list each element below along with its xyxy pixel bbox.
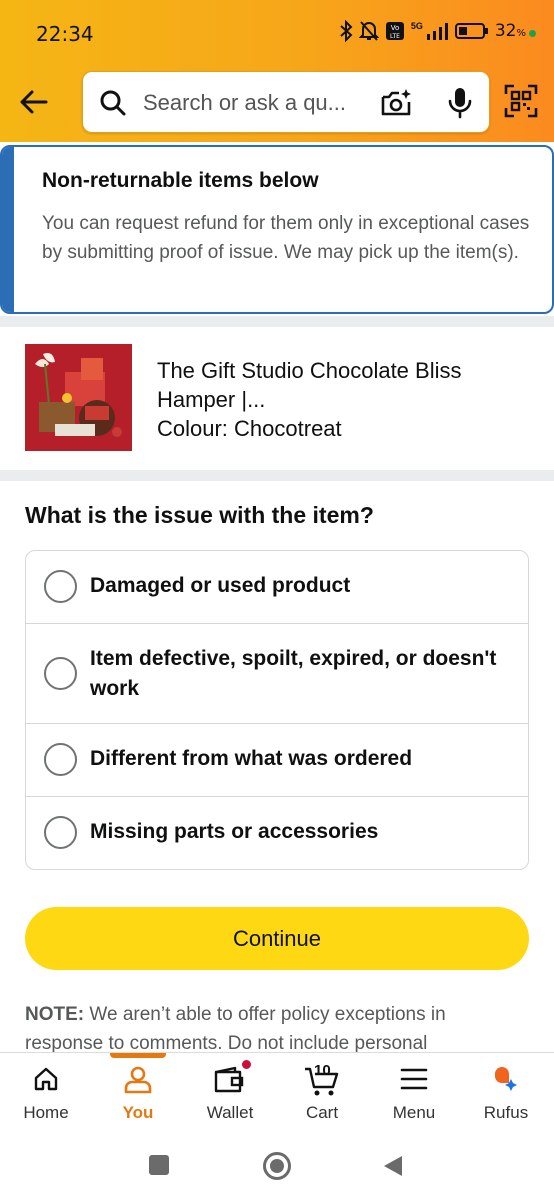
banner-accent-stripe — [2, 147, 14, 312]
radio-button[interactable] — [44, 816, 77, 849]
note-prefix: NOTE: — [25, 1004, 85, 1025]
battery-percent: 32% — [494, 21, 526, 41]
status-icons: Vo LTE 5G 32% — [339, 20, 536, 42]
issue-option-damaged[interactable]: Damaged or used product — [26, 551, 528, 624]
product-image[interactable] — [25, 344, 132, 451]
note-text: We aren’t able to offer policy exception… — [25, 1004, 446, 1052]
issue-option-label: Damaged or used product — [90, 574, 351, 597]
divider — [0, 470, 554, 481]
product-info[interactable]: The Gift Studio Chocolate Bliss Hamper |… — [157, 356, 527, 443]
cart-count: 10 — [314, 1062, 331, 1079]
nav-rufus[interactable]: Rufus — [460, 1053, 552, 1133]
issue-question: What is the issue with the item? — [25, 502, 374, 528]
back-triangle-icon[interactable] — [382, 1154, 404, 1178]
search-icon — [100, 90, 126, 116]
issue-option-label: Different from what was ordered — [90, 747, 413, 770]
nav-label: Cart — [305, 1103, 339, 1122]
nav-home[interactable]: Home — [0, 1053, 92, 1133]
bluetooth-icon — [340, 20, 353, 42]
camera-sparkle-icon[interactable] — [379, 86, 413, 120]
issue-option-missing-parts[interactable]: Missing parts or accessories — [26, 797, 528, 869]
product-colour: Colour: Chocotreat — [157, 416, 342, 441]
home-icon — [34, 1067, 58, 1091]
banner-title: Non-returnable items below — [42, 169, 319, 192]
person-icon — [124, 1066, 152, 1094]
network-type: 5G — [410, 21, 423, 31]
signal-icon — [426, 23, 448, 40]
nav-label: Menu — [392, 1103, 436, 1122]
nav-label: Home — [23, 1103, 69, 1122]
nav-wallet[interactable]: Wallet — [184, 1053, 276, 1133]
bottom-nav: Home You Wallet 10 Cart Menu Rufus — [0, 1052, 554, 1132]
radio-button[interactable] — [44, 743, 77, 776]
policy-note: NOTE: We aren’t able to offer policy exc… — [25, 1000, 525, 1052]
svg-text:LTE: LTE — [390, 33, 400, 40]
battery-icon — [454, 23, 488, 39]
nav-menu[interactable]: Menu — [368, 1053, 460, 1133]
search-bar[interactable] — [82, 71, 490, 133]
microphone-icon[interactable] — [445, 86, 475, 120]
radio-button[interactable] — [44, 570, 77, 603]
divider — [0, 316, 554, 327]
non-returnable-banner: Non-returnable items below You can reque… — [0, 145, 554, 314]
continue-button[interactable]: Continue — [25, 907, 529, 970]
rufus-assistant-icon — [495, 1067, 517, 1091]
wallet-icon — [214, 1066, 244, 1093]
wallet-notification-dot — [241, 1059, 252, 1070]
nav-you[interactable]: You — [92, 1053, 184, 1133]
status-time: 22:34 — [36, 22, 94, 46]
volte-icon: VoLTE — [385, 22, 404, 40]
issue-option-label: Item defective, spoilt, expired, or does… — [90, 647, 497, 700]
hamburger-menu-icon — [400, 1068, 428, 1090]
issue-options-list: Damaged or used product Item defective, … — [25, 550, 529, 870]
nav-label: Rufus — [483, 1103, 529, 1122]
nav-cart[interactable]: 10 Cart — [276, 1053, 368, 1133]
system-nav-bar — [0, 1132, 554, 1200]
svg-text:Vo: Vo — [391, 24, 400, 32]
nav-label: You — [122, 1103, 154, 1122]
qr-scan-icon[interactable] — [504, 84, 538, 118]
issue-option-label: Missing parts or accessories — [90, 820, 379, 843]
search-input[interactable] — [143, 87, 369, 119]
nav-label: Wallet — [206, 1103, 254, 1122]
issue-option-different[interactable]: Different from what was ordered — [26, 724, 528, 797]
issue-option-defective[interactable]: Item defective, spoilt, expired, or does… — [26, 624, 528, 724]
status-bar: 22:34 Vo LTE 5G 32% — [0, 0, 554, 68]
charging-dot — [529, 29, 536, 37]
radio-button[interactable] — [44, 657, 77, 690]
product-title: The Gift Studio Chocolate Bliss Hamper |… — [157, 358, 462, 412]
home-circle-icon[interactable] — [262, 1151, 292, 1181]
recent-apps-icon[interactable] — [148, 1154, 170, 1176]
gift-hamper-image — [25, 344, 132, 451]
mute-bell-icon — [358, 21, 379, 41]
banner-body: You can request refund for them only in … — [42, 213, 530, 263]
back-arrow-icon[interactable] — [16, 84, 52, 120]
app-header: 22:34 Vo LTE 5G 32% — [0, 0, 554, 142]
